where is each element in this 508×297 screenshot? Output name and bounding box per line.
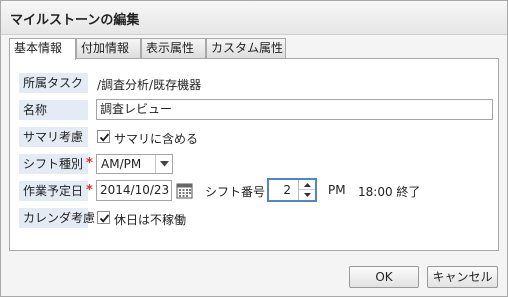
checkmark-icon <box>99 214 110 223</box>
cancel-button[interactable]: キャンセル <box>427 266 498 288</box>
name-label: 名称 <box>19 100 88 120</box>
tab-custom-attributes[interactable]: カスタム属性 <box>206 38 286 59</box>
required-mark: * <box>86 156 93 171</box>
summary-checkbox-label: サマリに含める <box>114 132 199 146</box>
milestone-edit-dialog: マイルストーンの編集 基本情報 付加情報 表示属性 カスタム属性 所属タスク /… <box>0 0 508 297</box>
required-mark: * <box>86 183 93 198</box>
tab-display-attributes[interactable]: 表示属性 <box>141 38 206 59</box>
calendar-button[interactable] <box>176 182 193 199</box>
tab-basic-info[interactable]: 基本情報 <box>9 38 76 60</box>
stepper-buttons <box>298 180 315 200</box>
holiday-checkbox-label: 休日は不稼働 <box>114 213 187 227</box>
stepper-down-button[interactable] <box>299 190 315 200</box>
stepper-up-button[interactable] <box>299 180 315 190</box>
date-input[interactable]: 2014/10/23 <box>96 180 172 201</box>
checkmark-icon <box>99 133 110 142</box>
shift-type-label: シフト種別 <box>19 154 88 174</box>
name-input[interactable]: 調査レビュー <box>96 99 493 120</box>
end-time-label: 18:00 終了 <box>358 185 421 199</box>
calendar-icon <box>176 183 193 199</box>
shift-type-select[interactable]: AM/PM <box>96 154 173 174</box>
basic-info-panel: 所属タスク /調査分析/既存機器 名称 調査レビュー サマリ考慮 サマリに含める… <box>9 58 499 251</box>
shift-number-label: シフト番号 <box>205 185 266 199</box>
calendar-consider-label: カレンダ考慮 <box>19 208 95 228</box>
summary-label: サマリ考慮 <box>19 127 88 147</box>
summary-checkbox[interactable] <box>97 130 110 143</box>
dialog-titlebar: マイルストーンの編集 <box>1 1 507 35</box>
shift-type-value: AM/PM <box>101 157 142 171</box>
shift-number-value: 2 <box>283 183 291 197</box>
dialog-title: マイルストーンの編集 <box>10 13 140 28</box>
chevron-up-icon <box>304 183 311 187</box>
ok-button[interactable]: OK <box>349 266 419 288</box>
tab-additional-info[interactable]: 付加情報 <box>76 38 141 59</box>
chevron-down-icon <box>304 193 311 197</box>
date-label: 作業予定日 <box>19 181 88 201</box>
task-value: /調査分析/既存機器 <box>97 78 202 92</box>
shift-number-stepper[interactable]: 2 <box>267 178 317 202</box>
chevron-down-icon <box>160 161 169 167</box>
holiday-checkbox[interactable] <box>97 211 110 224</box>
shift-period-label: PM <box>328 183 346 197</box>
dropdown-arrow <box>155 155 172 173</box>
task-label: 所属タスク <box>19 73 88 93</box>
